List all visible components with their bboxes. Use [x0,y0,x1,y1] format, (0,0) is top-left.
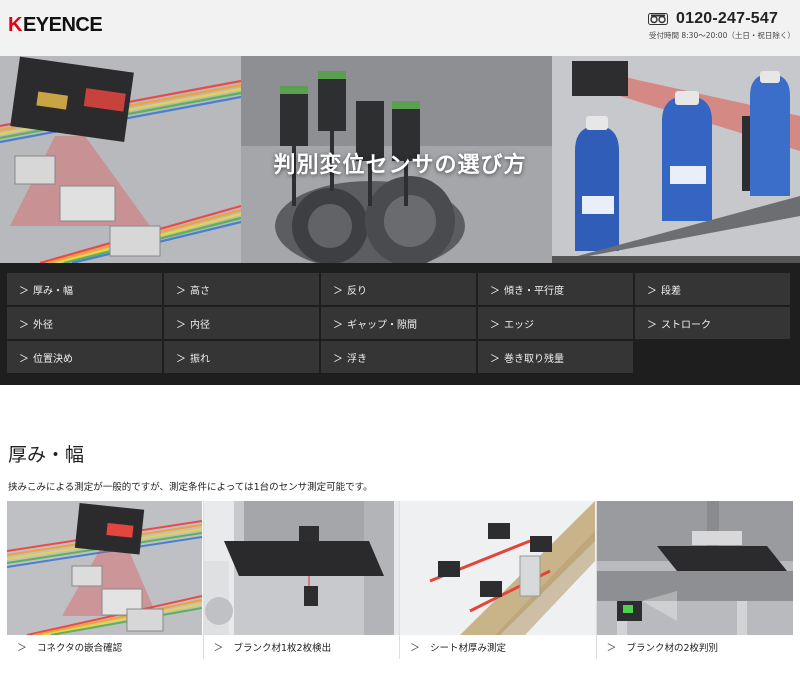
chevron-right-icon: ＞ [333,353,343,365]
category-label: 浮き [347,353,367,365]
freedial-icon [648,13,668,25]
logo-text: EYENCE [22,14,103,36]
card-image [596,501,794,635]
category-label: エッジ [504,319,534,331]
category-tilt-parallelism[interactable]: ＞ 傾き・平行度 [478,273,633,305]
chevron-right-icon: ＞ [647,285,657,297]
category-thickness-width[interactable]: ＞ 厚み・幅 [7,273,162,305]
card-label: ブランク材の2枚判別 [626,642,719,654]
chevron-right-icon: ＞ [647,319,657,331]
category-label: 反り [347,285,367,297]
chevron-right-icon: ＞ [176,285,186,297]
chevron-right-icon: ＞ [333,285,343,297]
category-label: 高さ [190,285,210,297]
category-step[interactable]: ＞ 段差 [635,273,790,305]
phone-contact[interactable]: 0120-247-547 [648,10,778,28]
hero-banner: 判別変位センサの選び方 [0,56,800,263]
category-positioning[interactable]: ＞ 位置決め [7,341,162,373]
category-edge[interactable]: ＞ エッジ [478,307,633,339]
card-blank-two-sheet[interactable]: ＞ ブランク材の2枚判別 [596,501,794,659]
category-label: 振れ [190,353,210,365]
card-label: ブランク材1枚2枚検出 [233,642,332,654]
card-image [7,501,203,635]
category-lift[interactable]: ＞ 浮き [321,341,476,373]
card-connector-fit[interactable]: ＞ コネクタの嵌合確認 [7,501,204,659]
phone-number: 0120-247-547 [676,10,779,27]
category-label: 傾き・平行度 [504,285,564,297]
category-label: 位置決め [33,353,73,365]
chevron-right-icon: ＞ [19,285,29,297]
chevron-right-icon: ＞ [490,285,500,297]
keyence-logo[interactable]: K EYENCE [8,14,103,37]
category-label: 厚み・幅 [33,285,73,297]
category-label: 内径 [190,319,210,331]
card-sheet-thickness[interactable]: ＞ シート材厚み測定 [400,501,597,659]
category-inner-diameter[interactable]: ＞ 内径 [164,307,319,339]
chevron-right-icon: ＞ [490,319,500,331]
chevron-right-icon: ＞ [213,643,224,654]
example-cards: ＞ コネクタの嵌合確認 ＞ ブランク材1枚2枚検出 ＞ シート材厚み測定 ＞ ブラン… [7,501,793,661]
category-runout[interactable]: ＞ 振れ [164,341,319,373]
section-title: 厚み・幅 [8,444,85,466]
hero-title: 判別変位センサの選び方 [273,153,527,178]
card-label: コネクタの嵌合確認 [37,642,123,654]
category-warp[interactable]: ＞ 反り [321,273,476,305]
category-label: 段差 [661,285,681,297]
category-roll-remaining[interactable]: ＞ 巻き取り残量 [478,341,633,373]
category-outer-diameter[interactable]: ＞ 外径 [7,307,162,339]
logo-mark: K [8,14,22,36]
business-hours: 受付時間 8:30〜20:00（土日・祝日除く） [649,31,795,40]
category-gap[interactable]: ＞ ギャップ・隙間 [321,307,476,339]
card-image [203,501,399,635]
site-header: K EYENCE 0120-247-547 受付時間 8:30〜20:00（土日・… [0,0,800,56]
category-stroke[interactable]: ＞ ストローク [635,307,790,339]
chevron-right-icon: ＞ [176,353,186,365]
category-label: 外径 [33,319,53,331]
chevron-right-icon: ＞ [17,643,27,654]
section-description: 挟みこみによる測定が一般的ですが、測定条件によっては1台のセンサ測定可能です。 [8,482,373,493]
chevron-right-icon: ＞ [333,319,343,331]
category-height[interactable]: ＞ 高さ [164,273,319,305]
card-label: シート材厚み測定 [430,642,507,654]
chevron-right-icon: ＞ [19,319,29,331]
card-blank-double-detect[interactable]: ＞ ブランク材1枚2枚検出 [203,501,400,659]
category-nav: ＞ 厚み・幅 ＞ 高さ ＞ 反り ＞ 傾き・平行度 ＞ 段差 ＞ 外径 ＞ 内径 ＞ ギャップ・… [0,263,800,385]
category-label: ストローク [661,319,711,331]
chevron-right-icon: ＞ [410,643,420,654]
chevron-right-icon: ＞ [490,353,500,365]
chevron-right-icon: ＞ [19,353,29,365]
card-image [400,501,596,635]
category-label: ギャップ・隙間 [347,319,417,331]
chevron-right-icon: ＞ [176,319,186,331]
chevron-right-icon: ＞ [606,643,617,654]
category-label: 巻き取り残量 [504,353,564,365]
